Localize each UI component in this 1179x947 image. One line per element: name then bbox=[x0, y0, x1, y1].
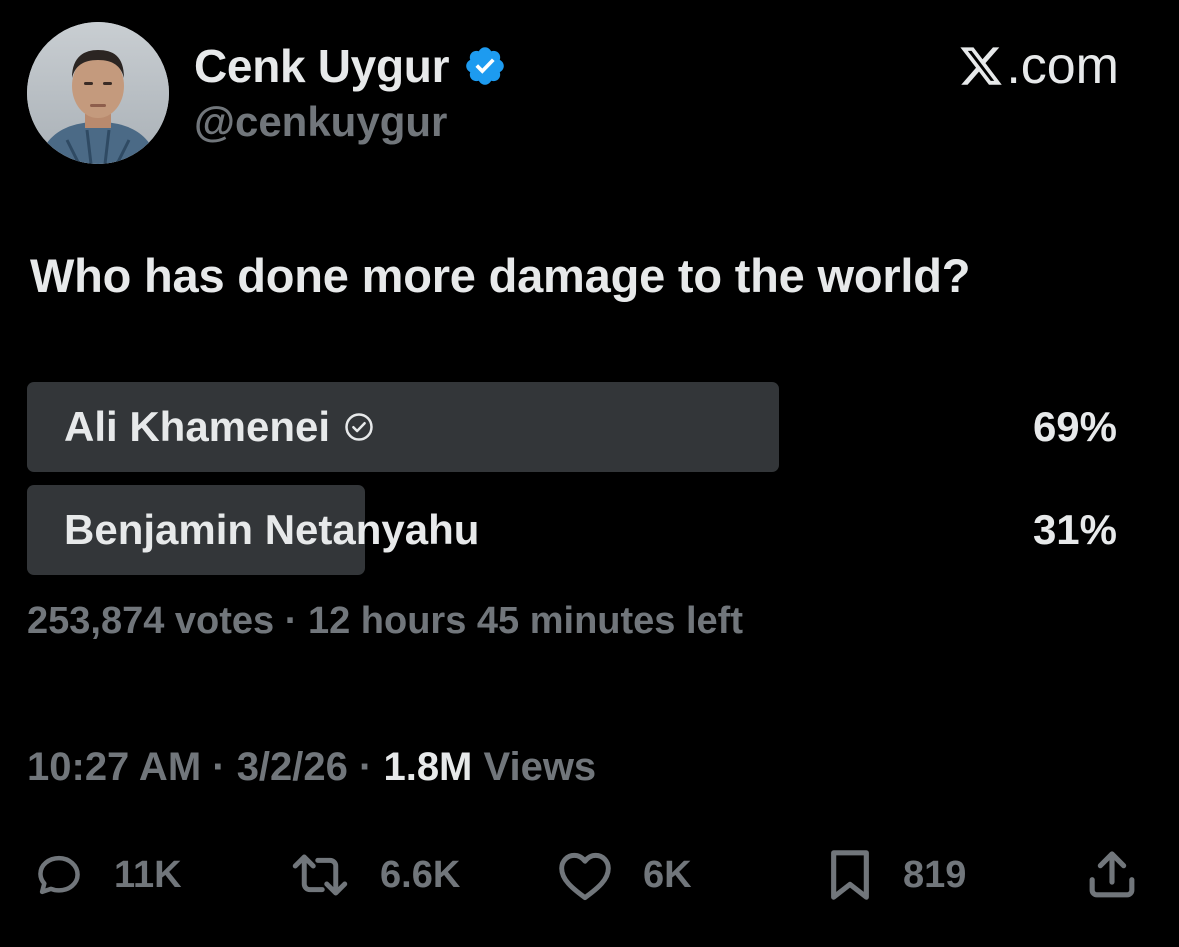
separator: · bbox=[201, 745, 237, 789]
poll-label-group: Ali Khamenei bbox=[64, 382, 374, 472]
views-label: Views bbox=[472, 745, 597, 789]
tweet-timestamp-row: 10:27 AM · 3/2/26 · 1.8M Views bbox=[27, 745, 596, 790]
poll-meta: 253,874 votes · 12 hours 45 minutes left bbox=[27, 600, 743, 643]
poll-label-group: Benjamin Netanyahu bbox=[64, 485, 479, 575]
tweet-text: Who has done more damage to the world? bbox=[30, 249, 971, 302]
bookmark-button[interactable]: 819 bbox=[825, 840, 966, 910]
share-icon bbox=[1089, 851, 1135, 898]
tweet-time[interactable]: 10:27 AM bbox=[27, 745, 201, 789]
heart-icon bbox=[559, 852, 611, 901]
poll-option-percent: 69% bbox=[1032, 403, 1117, 450]
repost-count: 6.6K bbox=[380, 853, 461, 896]
display-name[interactable]: Cenk Uygur bbox=[194, 39, 449, 93]
views-count[interactable]: 1.8M bbox=[383, 745, 472, 789]
poll-option-label: Benjamin Netanyahu bbox=[64, 506, 480, 553]
reply-button[interactable]: 11K bbox=[32, 840, 182, 910]
poll-option-label: Ali Khamenei bbox=[64, 403, 331, 450]
x-logo-icon bbox=[960, 47, 1003, 85]
reply-count: 11K bbox=[114, 853, 182, 896]
poll-option-2: Benjamin Netanyahu 31% bbox=[27, 485, 1117, 575]
author-handle[interactable]: @cenkuygur bbox=[194, 98, 447, 146]
tweet-date[interactable]: 3/2/26 bbox=[237, 745, 348, 789]
bookmark-count: 819 bbox=[903, 853, 967, 896]
poll-option-1: Ali Khamenei 69% bbox=[27, 382, 1117, 472]
bookmark-icon bbox=[831, 850, 869, 900]
verified-badge-icon[interactable] bbox=[463, 44, 507, 88]
share-button[interactable] bbox=[1084, 840, 1140, 910]
reply-icon bbox=[38, 855, 80, 895]
separator: · bbox=[274, 600, 308, 642]
brand-text: .com bbox=[1006, 37, 1119, 95]
brand-watermark: .com bbox=[958, 34, 1119, 98]
poll-option-percent: 31% bbox=[1032, 506, 1117, 553]
author-name-row[interactable]: Cenk Uygur bbox=[194, 36, 507, 96]
repost-button[interactable]: 6.6K bbox=[288, 840, 460, 910]
action-bar: 11K 6.6K 6K 819 bbox=[0, 840, 1179, 910]
check-circle-icon bbox=[345, 413, 373, 441]
avatar[interactable] bbox=[27, 22, 169, 164]
like-count: 6K bbox=[643, 853, 692, 896]
poll-time-left: 12 hours 45 minutes left bbox=[307, 600, 743, 642]
repost-icon bbox=[292, 854, 348, 896]
poll-vote-count: 253,874 votes bbox=[27, 600, 275, 642]
like-button[interactable]: 6K bbox=[555, 840, 692, 910]
separator: · bbox=[347, 745, 384, 789]
profile-photo bbox=[27, 22, 169, 164]
